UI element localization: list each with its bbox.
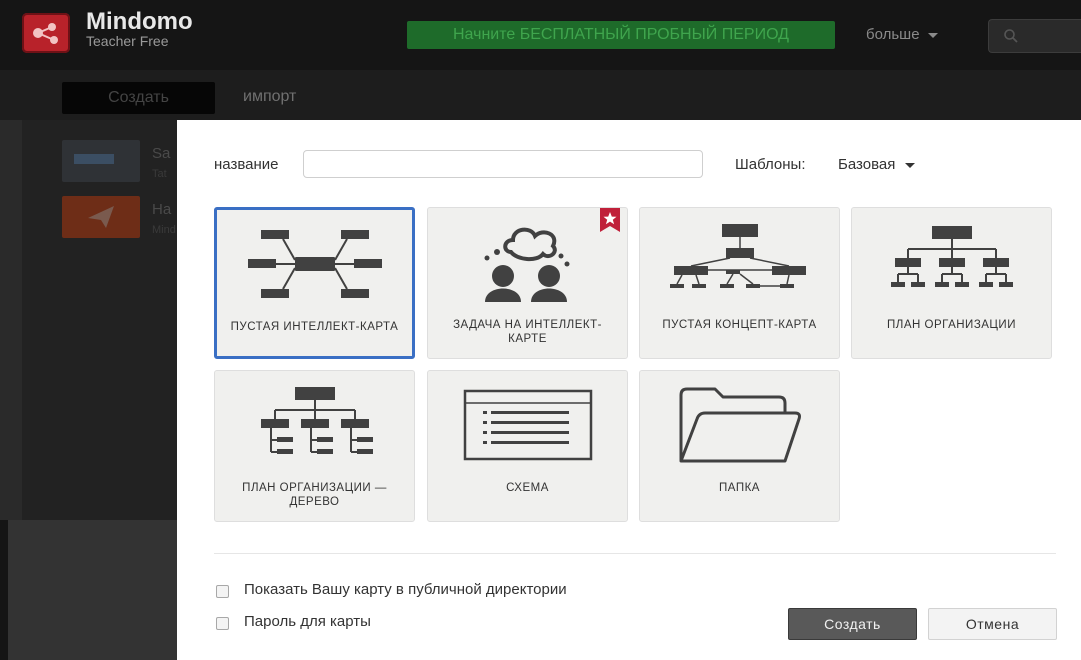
password-checkbox[interactable] [216,617,229,630]
password-label[interactable]: Пароль для карты [244,613,371,630]
search-icon [1004,29,1018,43]
map-meta: Mind [152,224,176,236]
mindomo-logo-icon[interactable] [22,13,70,53]
map-meta: Tat [152,168,167,180]
divider [214,553,1056,554]
create-button[interactable]: Создать [788,608,917,640]
template-outline[interactable]: СХЕМА [427,370,628,522]
template-label: ПУСТАЯ КОНЦЕПТ-КАРТА [662,319,817,331]
import-link[interactable]: импорт [243,88,296,106]
chevron-down-icon [905,162,916,168]
org-chart-icon [890,226,1013,287]
map-title[interactable]: Sa [152,145,170,162]
outline-icon [463,389,592,461]
map-thumbnail[interactable] [62,196,140,238]
template-org-tree[interactable]: ПЛАН ОРГАНИЗАЦИИ — ДЕРЕВО [214,370,415,522]
template-label: ПУСТАЯ ИНТЕЛЛЕКТ-КАРТА [230,321,399,333]
side-panel [0,120,22,520]
brand-name: Mindomo [86,8,193,35]
app-header: Mindomo Teacher Free Начните БЕСПЛАТНЫЙ … [0,0,1081,70]
map-thumbnail[interactable] [62,140,140,182]
free-trial-button[interactable]: Начните БЕСПЛАТНЫЙ ПРОБНЫЙ ПЕРИОД [407,21,835,49]
templates-value: Базовая [838,156,896,173]
public-directory-checkbox[interactable] [216,585,229,598]
public-directory-label[interactable]: Показать Вашу карту в публичной директор… [244,581,567,598]
background-area [0,520,177,660]
concept-map-icon [669,224,806,288]
map-title[interactable]: Ha [152,201,171,218]
chevron-down-icon [927,32,938,38]
brainstorm-people-icon [484,227,569,302]
template-label: ПЛАН ОРГАНИЗАЦИИ — ДЕРЕВО [242,482,387,508]
template-label: ПЛАН ОРГАНИЗАЦИИ [887,319,1016,331]
name-label: название [214,156,279,173]
template-label: ЗАДАЧА НА ИНТЕЛЛЕКТ-КАРТЕ [453,319,602,345]
new-map-dialog: название Шаблоны: Базовая ПУСТАЯ ИНТЕЛЛЕ… [177,120,1081,660]
more-menu-label: больше [866,26,920,43]
folder-icon [679,387,801,463]
mindmap-icon [247,230,382,298]
template-label: СХЕМА [506,482,549,494]
map-name-input[interactable] [303,150,703,178]
template-org-plan[interactable]: ПЛАН ОРГАНИЗАЦИИ [851,207,1052,359]
template-label: ПАПКА [719,482,760,494]
org-tree-icon [260,387,373,454]
paper-plane-icon [88,206,114,228]
template-blank-concept-map[interactable]: ПУСТАЯ КОНЦЕПТ-КАРТА [639,207,840,359]
search-input[interactable] [988,19,1081,53]
plan-name: Teacher Free [86,33,169,49]
premium-star-icon [600,208,620,232]
template-mindmap-task[interactable]: ЗАДАЧА НА ИНТЕЛЛЕКТ-КАРТЕ [427,207,628,359]
create-map-button[interactable]: Создать [62,82,215,114]
left-edge [0,520,8,660]
templates-label: Шаблоны: [735,156,806,173]
templates-dropdown[interactable]: Базовая [838,156,916,173]
template-blank-mindmap[interactable]: ПУСТАЯ ИНТЕЛЛЕКТ-КАРТА [214,207,415,359]
template-folder[interactable]: ПАПКА [639,370,840,522]
cancel-button[interactable]: Отмена [928,608,1057,640]
more-menu[interactable]: больше [866,26,938,43]
